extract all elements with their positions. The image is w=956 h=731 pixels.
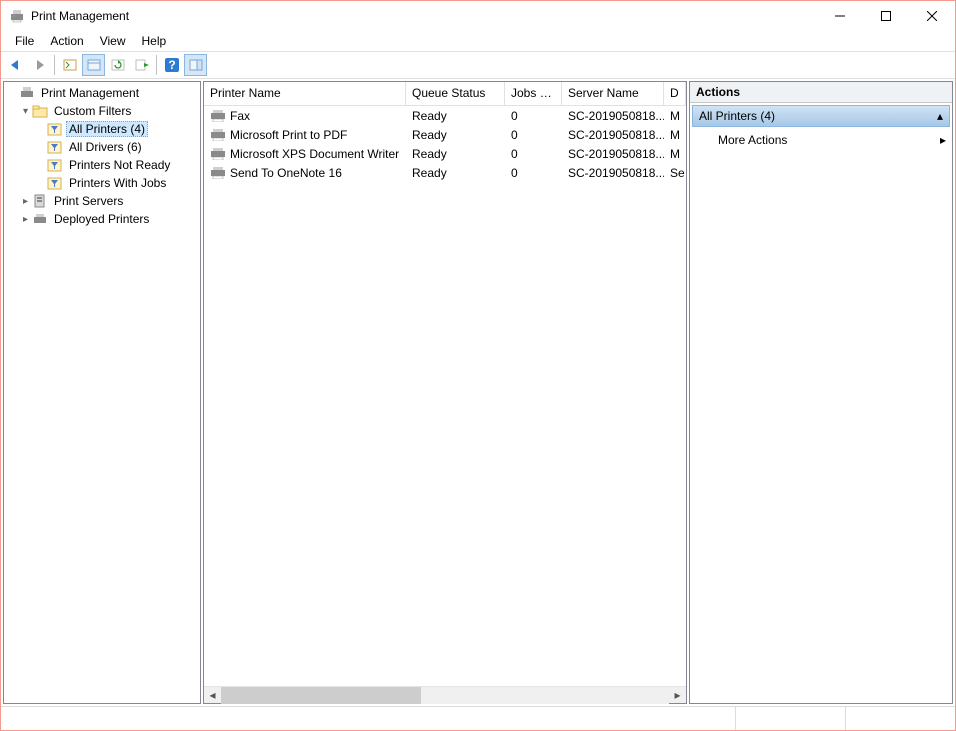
toolbar-separator <box>54 55 55 75</box>
scroll-right-icon[interactable]: ▸ <box>669 687 686 704</box>
export-list-button[interactable] <box>130 54 153 76</box>
nav-back-button[interactable] <box>4 54 27 76</box>
cell-server-name: SC-2019050818... <box>562 147 664 161</box>
cell-server-name: SC-2019050818... <box>562 166 664 180</box>
cell-server-name: SC-2019050818... <box>562 128 664 142</box>
cell-driver: Se <box>664 166 686 180</box>
window-title: Print Management <box>31 9 817 23</box>
expander-icon[interactable] <box>19 196 32 207</box>
menubar: File Action View Help <box>1 31 955 51</box>
printer-icon <box>210 129 226 141</box>
expander-icon[interactable] <box>19 214 32 225</box>
printer-icon <box>210 148 226 160</box>
horizontal-scrollbar[interactable]: ◂ ▸ <box>204 686 686 703</box>
tree-printers-not-ready[interactable]: Printers Not Ready <box>4 156 200 174</box>
tree-deployed-printers[interactable]: Deployed Printers <box>4 210 200 228</box>
tree-custom-filters[interactable]: Custom Filters <box>4 102 200 120</box>
menu-view[interactable]: View <box>92 33 134 49</box>
tree-print-servers[interactable]: Print Servers <box>4 192 200 210</box>
minimize-button[interactable] <box>817 1 863 31</box>
col-driver[interactable]: D <box>664 82 686 105</box>
toolbar: ? <box>1 51 955 79</box>
col-printer-name[interactable]: Printer Name <box>204 82 406 105</box>
cell-driver: M <box>664 128 686 142</box>
statusbar <box>1 706 955 730</box>
submenu-arrow-icon: ▸ <box>940 133 946 147</box>
cell-jobs: 0 <box>505 128 562 142</box>
tree-printers-with-jobs[interactable]: Printers With Jobs <box>4 174 200 192</box>
titlebar: Print Management <box>1 1 955 31</box>
filter-icon <box>47 175 63 191</box>
tree-all-drivers[interactable]: All Drivers (6) <box>4 138 200 156</box>
cell-jobs: 0 <box>505 109 562 123</box>
cell-server-name: SC-2019050818... <box>562 109 664 123</box>
actions-section-all-printers[interactable]: All Printers (4) ▴ <box>692 105 950 127</box>
filter-icon <box>47 157 63 173</box>
maximize-button[interactable] <box>863 1 909 31</box>
cell-printer-name: Fax <box>204 109 406 123</box>
menu-help[interactable]: Help <box>134 33 175 49</box>
list-row[interactable]: Send To OneNote 16Ready0SC-2019050818...… <box>204 163 686 182</box>
help-button[interactable]: ? <box>160 54 183 76</box>
body-area: Print Management Custom Filters All Prin… <box>1 79 955 706</box>
console-tree[interactable]: Print Management Custom Filters All Prin… <box>3 81 201 704</box>
cell-queue-status: Ready <box>406 147 505 161</box>
show-hide-action-pane-button[interactable] <box>184 54 207 76</box>
server-icon <box>32 193 48 209</box>
scroll-left-icon[interactable]: ◂ <box>204 687 221 704</box>
main-window: Print Management File Action View Help <box>0 0 956 731</box>
cell-queue-status: Ready <box>406 128 505 142</box>
cell-jobs: 0 <box>505 166 562 180</box>
menu-action[interactable]: Action <box>42 33 91 49</box>
app-icon <box>9 8 25 24</box>
cell-queue-status: Ready <box>406 166 505 180</box>
scroll-track[interactable] <box>221 687 669 704</box>
show-hide-console-tree-button[interactable] <box>58 54 81 76</box>
results-list: Printer Name Queue Status Jobs In … Serv… <box>203 81 687 704</box>
toolbar-separator <box>156 55 157 75</box>
statusbar-cell <box>845 707 955 730</box>
collapse-icon: ▴ <box>937 109 943 123</box>
properties-button[interactable] <box>82 54 105 76</box>
scroll-thumb[interactable] <box>221 687 421 704</box>
cell-queue-status: Ready <box>406 109 505 123</box>
printer-icon <box>32 211 48 227</box>
printer-icon <box>210 167 226 179</box>
col-jobs-in[interactable]: Jobs In … <box>505 82 562 105</box>
menu-file[interactable]: File <box>7 33 42 49</box>
print-management-icon <box>19 85 35 101</box>
cell-printer-name: Send To OneNote 16 <box>204 166 406 180</box>
list-row[interactable]: Microsoft XPS Document WriterReady0SC-20… <box>204 144 686 163</box>
nav-forward-button[interactable] <box>28 54 51 76</box>
cell-driver: M <box>664 109 686 123</box>
filter-icon <box>47 139 63 155</box>
cell-printer-name: Microsoft Print to PDF <box>204 128 406 142</box>
close-button[interactable] <box>909 1 955 31</box>
actions-pane: Actions All Printers (4) ▴ More Actions … <box>689 81 953 704</box>
tree-all-printers[interactable]: All Printers (4) <box>4 120 200 138</box>
expander-icon[interactable] <box>19 106 32 117</box>
svg-text:?: ? <box>168 58 175 72</box>
statusbar-cell <box>735 707 845 730</box>
list-row[interactable]: FaxReady0SC-2019050818...M <box>204 106 686 125</box>
cell-jobs: 0 <box>505 147 562 161</box>
col-server-name[interactable]: Server Name <box>562 82 664 105</box>
actions-pane-title: Actions <box>690 82 952 103</box>
col-queue-status[interactable]: Queue Status <box>406 82 505 105</box>
cell-driver: M <box>664 147 686 161</box>
tree-root-print-management[interactable]: Print Management <box>4 84 200 102</box>
actions-more-actions[interactable]: More Actions ▸ <box>690 129 952 151</box>
printer-icon <box>210 110 226 122</box>
refresh-button[interactable] <box>106 54 129 76</box>
list-row[interactable]: Microsoft Print to PDFReady0SC-201905081… <box>204 125 686 144</box>
list-header-row: Printer Name Queue Status Jobs In … Serv… <box>204 82 686 106</box>
cell-printer-name: Microsoft XPS Document Writer <box>204 147 406 161</box>
filter-icon <box>47 121 63 137</box>
folder-icon <box>32 103 48 119</box>
list-body[interactable]: FaxReady0SC-2019050818...MMicrosoft Prin… <box>204 106 686 686</box>
